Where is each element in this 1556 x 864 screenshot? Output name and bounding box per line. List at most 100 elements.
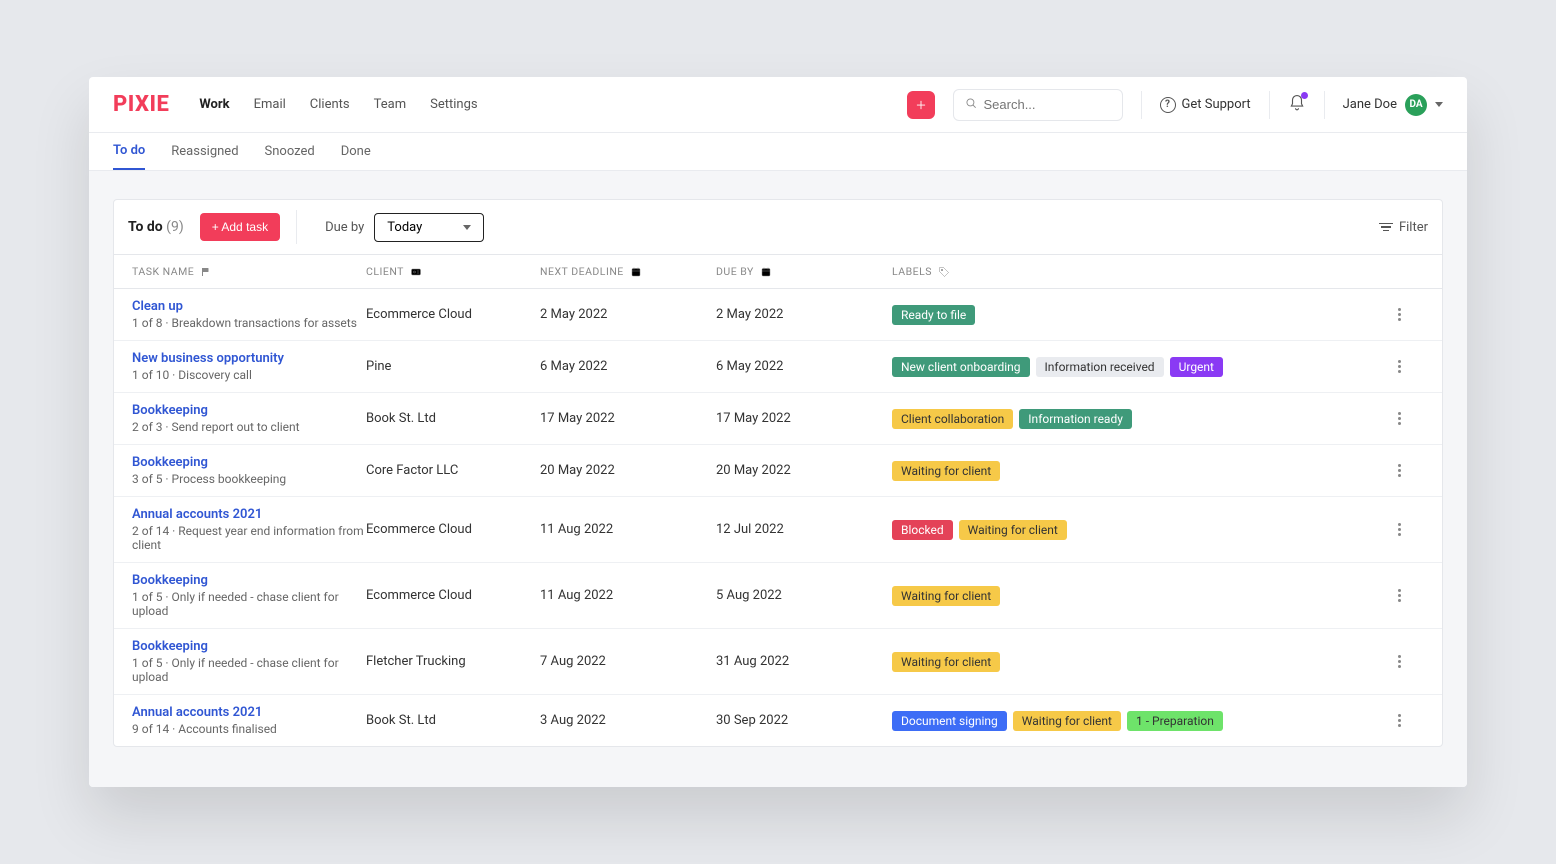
subtab-done[interactable]: Done xyxy=(341,133,371,170)
nav-item-settings[interactable]: Settings xyxy=(430,97,477,112)
task-name-link[interactable]: Bookkeeping xyxy=(132,403,366,418)
user-menu[interactable]: Jane Doe DA xyxy=(1343,94,1443,116)
col-task[interactable]: TASK NAME xyxy=(132,265,366,278)
task-cell: Clean up 1 of 8 · Breakdown transactions … xyxy=(132,299,366,330)
add-button[interactable] xyxy=(907,91,935,119)
task-cell: Bookkeeping 1 of 5 · Only if needed - cha… xyxy=(132,573,366,618)
table-row: Annual accounts 20212 of 14 · Request ye… xyxy=(114,497,1442,563)
add-task-button[interactable]: + Add task xyxy=(200,213,280,241)
brand-logo: PIXIE xyxy=(113,92,169,117)
table-body: Clean up 1 of 8 · Breakdown transactions … xyxy=(114,289,1442,746)
label-pill[interactable]: Document signing xyxy=(892,711,1007,731)
client-cell: Fletcher Trucking xyxy=(366,654,540,669)
col-next-deadline[interactable]: NEXT DEADLINE xyxy=(540,265,716,278)
filter-button[interactable]: Filter xyxy=(1379,220,1428,235)
id-icon xyxy=(410,266,422,278)
more-vertical-icon[interactable] xyxy=(1392,406,1407,431)
support-label: Get Support xyxy=(1182,97,1251,112)
labels-cell: Waiting for client xyxy=(892,461,1374,481)
task-cell: Bookkeeping2 of 3 · Send report out to c… xyxy=(132,403,366,434)
label-pill[interactable]: Information received xyxy=(1036,357,1164,377)
task-name-link[interactable]: Bookkeeping xyxy=(132,639,366,654)
more-vertical-icon[interactable] xyxy=(1392,517,1407,542)
more-vertical-icon[interactable] xyxy=(1392,708,1407,733)
task-name-link[interactable]: Bookkeeping xyxy=(132,573,366,588)
client-cell: Ecommerce Cloud xyxy=(366,307,540,322)
filter-label: Filter xyxy=(1399,220,1428,235)
labels-cell: Waiting for client xyxy=(892,586,1374,606)
due-by-cell: 5 Aug 2022 xyxy=(716,588,892,603)
table-row: Bookkeeping 1 of 5 · Only if needed - cha… xyxy=(114,563,1442,629)
table-header: TASK NAME CLIENT NEXT DEADLINE DUE BY LA… xyxy=(114,255,1442,289)
labels-cell: Document signing Waiting for client 1 - Pr… xyxy=(892,711,1374,731)
due-by-cell: 31 Aug 2022 xyxy=(716,654,892,669)
client-cell: Core Factor LLC xyxy=(366,463,540,478)
task-subtext: 1 of 10 · Discovery call xyxy=(132,368,366,382)
label-pill[interactable]: Urgent xyxy=(1170,357,1223,377)
col-due-by[interactable]: DUE BY xyxy=(716,265,892,278)
task-name-link[interactable]: Annual accounts 2021 xyxy=(132,705,366,720)
avatar: DA xyxy=(1405,94,1427,116)
nav-item-email[interactable]: Email xyxy=(254,97,286,112)
notifications-button[interactable] xyxy=(1288,94,1306,116)
task-subtext: 1 of 5 · Only if needed - chase client f… xyxy=(132,590,366,618)
more-vertical-icon[interactable] xyxy=(1392,354,1407,379)
table-row: Clean up 1 of 8 · Breakdown transactions … xyxy=(114,289,1442,341)
task-cell: Bookkeeping1 of 5 · Only if needed - cha… xyxy=(132,639,366,684)
search-box[interactable] xyxy=(953,89,1123,121)
chevron-down-icon xyxy=(463,225,471,230)
next-deadline-cell: 20 May 2022 xyxy=(540,463,716,478)
content-area: To do (9) + Add task Due by Today Filter xyxy=(89,171,1467,787)
row-actions xyxy=(1374,458,1424,483)
task-subtext: 1 of 8 · Breakdown transactions for asse… xyxy=(132,316,366,330)
flag-icon xyxy=(200,266,212,278)
label-pill[interactable]: New client onboarding xyxy=(892,357,1030,377)
next-deadline-cell: 17 May 2022 xyxy=(540,411,716,426)
more-vertical-icon[interactable] xyxy=(1392,302,1407,327)
panel-title-text: To do xyxy=(128,219,163,235)
col-labels[interactable]: LABELS xyxy=(892,265,1374,278)
label-pill[interactable]: Information ready xyxy=(1019,409,1132,429)
row-actions xyxy=(1374,302,1424,327)
label-pill[interactable]: Waiting for client xyxy=(892,652,1000,672)
task-name-link[interactable]: Bookkeeping xyxy=(132,455,366,470)
label-pill[interactable]: 1 - Preparation xyxy=(1127,711,1223,731)
nav-item-work[interactable]: Work xyxy=(199,97,229,112)
table-row: New business opportunity 1 of 10 · Discov… xyxy=(114,341,1442,393)
label-pill[interactable]: Waiting for client xyxy=(892,586,1000,606)
row-actions xyxy=(1374,708,1424,733)
divider xyxy=(1141,91,1142,119)
due-by-select[interactable]: Today xyxy=(374,213,484,242)
label-pill[interactable]: Blocked xyxy=(892,520,953,540)
label-pill[interactable]: Waiting for client xyxy=(959,520,1067,540)
task-cell: Annual accounts 20212 of 14 · Request ye… xyxy=(132,507,366,552)
label-pill[interactable]: Waiting for client xyxy=(1013,711,1121,731)
notification-dot xyxy=(1301,92,1308,99)
task-cell: New business opportunity 1 of 10 · Discov… xyxy=(132,351,366,382)
label-pill[interactable]: Ready to file xyxy=(892,305,975,325)
col-client[interactable]: CLIENT xyxy=(366,265,540,278)
label-pill[interactable]: Client collaboration xyxy=(892,409,1013,429)
search-input[interactable] xyxy=(984,97,1112,112)
subtab-snoozed[interactable]: Snoozed xyxy=(265,133,315,170)
next-deadline-cell: 3 Aug 2022 xyxy=(540,713,716,728)
more-vertical-icon[interactable] xyxy=(1392,583,1407,608)
labels-cell: Blocked Waiting for client xyxy=(892,520,1374,540)
subtab-reassigned[interactable]: Reassigned xyxy=(171,133,238,170)
row-actions xyxy=(1374,517,1424,542)
label-pill[interactable]: Waiting for client xyxy=(892,461,1000,481)
nav-item-clients[interactable]: Clients xyxy=(310,97,350,112)
more-vertical-icon[interactable] xyxy=(1392,458,1407,483)
task-name-link[interactable]: Clean up xyxy=(132,299,366,314)
next-deadline-cell: 11 Aug 2022 xyxy=(540,522,716,537)
divider xyxy=(1324,91,1325,119)
due-by-value: Today xyxy=(387,220,422,235)
more-vertical-icon[interactable] xyxy=(1392,649,1407,674)
nav-item-team[interactable]: Team xyxy=(374,97,407,112)
task-subtext: 9 of 14 · Accounts finalised xyxy=(132,722,366,736)
task-name-link[interactable]: New business opportunity xyxy=(132,351,366,366)
get-support[interactable]: ? Get Support xyxy=(1160,97,1251,113)
due-by-label: Due by xyxy=(325,220,364,235)
task-name-link[interactable]: Annual accounts 2021 xyxy=(132,507,366,522)
subtab-todo[interactable]: To do xyxy=(113,133,145,170)
